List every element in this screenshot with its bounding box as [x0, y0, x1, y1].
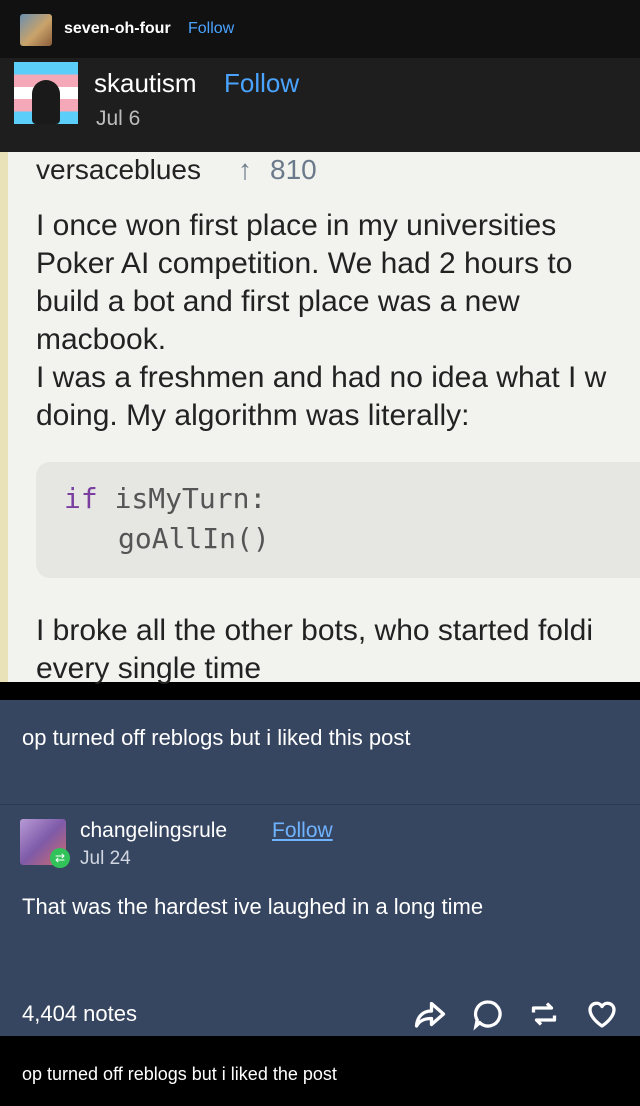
- header-follow-button[interactable]: Follow: [188, 20, 234, 38]
- post-line: I once won first place in my universitie…: [36, 209, 557, 242]
- screenshot-follow: Follow: [224, 68, 300, 98]
- code-block: [36, 462, 640, 578]
- post-line: doing. My algorithm was literally:: [36, 399, 470, 432]
- share-icon[interactable]: [412, 996, 448, 1032]
- post-line: I broke all the other bots, who started …: [36, 614, 593, 647]
- post-edge: [0, 152, 8, 682]
- post-body-after: I broke all the other bots, who started …: [36, 612, 640, 688]
- heart-icon[interactable]: [584, 996, 620, 1032]
- code-text: isMyTurn:: [97, 482, 267, 515]
- post-line: macbook.: [36, 323, 167, 356]
- code-line: goAllIn(): [118, 522, 270, 555]
- screenshot-username: skautism: [94, 68, 197, 98]
- avatar: [14, 62, 78, 124]
- post-body: I once won first place in my universitie…: [36, 207, 640, 435]
- post-line: I was a freshmen and had no idea what I …: [36, 361, 607, 394]
- reblog-badge-icon: ⇄: [50, 848, 70, 868]
- comment-username[interactable]: changelingsrule: [80, 819, 227, 843]
- header-username[interactable]: seven-oh-four: [64, 20, 171, 38]
- post-line: Poker AI competition. We had 2 hours to: [36, 247, 573, 280]
- comment-text: That was the hardest ive laughed in a lo…: [22, 894, 484, 919]
- comment-follow-button[interactable]: Follow: [272, 819, 333, 843]
- reblog-icon[interactable]: [526, 996, 562, 1032]
- screenshot-date: Jul 6: [96, 107, 141, 130]
- code-line: if isMyTurn:: [64, 482, 266, 515]
- code-keyword: if: [64, 482, 98, 515]
- divider: [0, 804, 640, 805]
- upvote-arrow-icon: ↑: [238, 154, 252, 185]
- comment-date: Jul 24: [80, 848, 131, 869]
- op-username: versaceblues: [36, 154, 201, 185]
- post-line: every single time: [36, 652, 262, 685]
- avatar[interactable]: [20, 14, 52, 46]
- post-line: build a bot and first place was a new: [36, 285, 520, 318]
- reply-icon[interactable]: [470, 996, 506, 1032]
- vote-count: 810: [270, 154, 317, 185]
- caption-text: op turned off reblogs but i liked the po…: [22, 1064, 337, 1084]
- notes-count[interactable]: 4,404 notes: [22, 1001, 137, 1027]
- reblog-text: op turned off reblogs but i liked this p…: [22, 725, 411, 750]
